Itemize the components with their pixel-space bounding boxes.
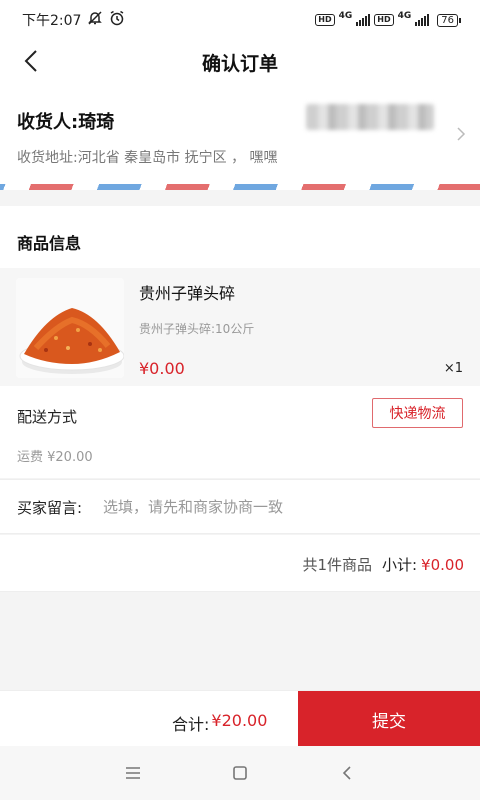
delivery-method-button[interactable]: 快递物流 [372, 398, 463, 428]
menu-icon [126, 767, 141, 779]
delivery-label: 配送方式 [17, 408, 78, 426]
back-button[interactable] [16, 46, 46, 76]
recipient-name: 收货人:琦琦 [17, 112, 115, 133]
delivery-section: 配送方式 快递物流 运费 ¥20.00 [0, 386, 480, 478]
buyer-message-row: 买家留言: [0, 479, 480, 534]
signal-icon [356, 14, 371, 26]
chevron-right-icon [456, 126, 466, 146]
chevron-left-icon [24, 50, 37, 72]
signal-icon [415, 14, 430, 26]
hd-icon: HD [315, 14, 335, 26]
status-time: 下午2:07 [22, 13, 82, 29]
goods-section-header: 商品信息 [0, 206, 480, 268]
buyer-message-label: 买家留言: [17, 499, 83, 517]
network-type-1: 4G [338, 11, 353, 21]
order-total: 合计: ¥20.00 [172, 711, 267, 735]
phone-number-redacted [306, 104, 434, 130]
status-bar: 下午2:07 HD 4G HD 4G 76 [0, 0, 480, 40]
menu-nav-button[interactable] [115, 755, 151, 791]
goods-section-title: 商品信息 [17, 234, 82, 253]
subtotal-label: 小计: [381, 556, 418, 574]
submit-button[interactable]: 提交 [298, 691, 480, 747]
home-nav-button[interactable] [222, 755, 258, 791]
address-text: 收货地址:河北省 秦皇岛市 抚宁区 ， 嘿嘿 [17, 150, 278, 166]
back-nav-button[interactable] [329, 755, 365, 791]
product-price: ¥0.00 [139, 359, 185, 378]
airmail-stripe-divider [0, 184, 480, 190]
system-nav-bar [0, 746, 480, 800]
address-card[interactable]: 收货人:琦琦 收货地址:河北省 秦皇岛市 抚宁区 ， 嘿嘿 [0, 84, 480, 186]
subtotal-row: 共1件商品 小计: ¥0.00 [0, 535, 480, 592]
checkout-bar: 合计: ¥20.00 提交 [0, 690, 480, 747]
item-count: 共1件商品 [302, 556, 372, 574]
product-spec: 贵州子弹头碎:10公斤 [139, 322, 255, 336]
total-label: 合计: [172, 715, 210, 734]
page-title: 确认订单 [201, 52, 278, 75]
alarm-icon [109, 10, 125, 30]
hd-icon: HD [374, 14, 394, 26]
buyer-message-input[interactable] [103, 492, 463, 522]
product-item[interactable]: 贵州子弹头碎 贵州子弹头碎:10公斤 ¥0.00 ×1 [0, 268, 480, 386]
back-triangle-icon [342, 766, 351, 780]
network-type-2: 4G [397, 11, 412, 21]
product-image [16, 278, 124, 378]
product-quantity: ×1 [443, 361, 463, 376]
mute-bell-icon [87, 10, 103, 30]
subtotal-amount: ¥0.00 [421, 556, 464, 574]
battery-icon: 76 [437, 13, 461, 27]
shipping-fee: 运费 ¥20.00 [17, 450, 93, 465]
product-name: 贵州子弹头碎 [139, 284, 236, 303]
home-square-icon [233, 766, 247, 780]
total-amount: ¥20.00 [211, 711, 268, 730]
page-header: 确认订单 [0, 40, 480, 84]
